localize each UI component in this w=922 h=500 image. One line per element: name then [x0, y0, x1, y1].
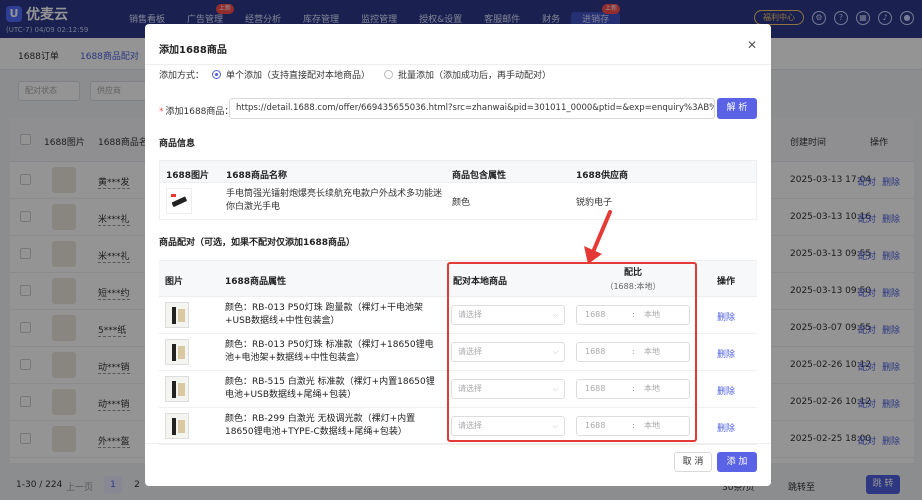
add-mode-row: 添加方式： 单个添加（支持直接配对本地商品） 批量添加（添加成功后，再手动配对） [159, 68, 551, 81]
url-input[interactable]: https://detail.1688.com/offer/6694356550… [229, 98, 715, 119]
single-add-label[interactable]: 单个添加（支持直接配对本地商品） [226, 68, 370, 81]
radio-single-add[interactable] [212, 70, 222, 79]
url-row: * 添加1688商品： https://detail.1688.com/offer… [159, 98, 757, 119]
product-attribute: 颜色 [452, 198, 471, 208]
info-table-header: 1688图片 1688商品名称 商品包含属性 1688供应商 [160, 161, 756, 183]
col-1688-image: 1688图片 [166, 171, 210, 181]
annotation-highlight-box [447, 262, 697, 442]
variant-image [165, 413, 189, 439]
variant-attribute: 颜色：RB-013 P50灯珠 跑量款（裸灯+干电池架+USB数据线+中性包装盒… [225, 303, 423, 326]
col-1688-attribute: 1688商品属性 [225, 277, 287, 287]
product-match-heading: 商品配对（可选，如果不配对仅添加1688商品） [159, 238, 356, 248]
parse-button[interactable]: 解 析 [717, 98, 757, 119]
col-attributes: 商品包含属性 [452, 171, 507, 181]
add-mode-label: 添加方式： [159, 71, 205, 81]
dialog-title: 添加1688商品 [159, 45, 227, 56]
delete-link[interactable]: 删除 [717, 310, 735, 323]
product-info-table: 1688图片 1688商品名称 商品包含属性 1688供应商 手电筒强光镭射炮爆… [159, 160, 757, 220]
delete-link[interactable]: 删除 [717, 347, 735, 360]
annotation-arrow-icon [584, 210, 612, 264]
delete-link[interactable]: 删除 [717, 384, 735, 397]
col-image: 图片 [165, 277, 184, 287]
product-info-heading: 商品信息 [159, 139, 196, 149]
variant-image [165, 302, 189, 328]
variant-attribute: 颜色：RB-013 P50灯珠 标准款（裸灯+18650锂电池+电池架+数据线+… [225, 340, 434, 363]
product-supplier: 锐豹电子 [576, 198, 613, 208]
batch-add-label[interactable]: 批量添加（添加成功后，再手动配对） [398, 68, 551, 81]
add-button[interactable]: 添 加 [717, 452, 757, 472]
delete-link[interactable]: 删除 [717, 421, 735, 434]
product-name: 手电筒强光镭射炮爆亮长续航充电款户外战术多功能迷你白激光手电 [226, 189, 443, 212]
required-mark: * [159, 107, 164, 117]
col-1688-name: 1688商品名称 [226, 171, 288, 181]
url-label: * 添加1688商品： [159, 107, 234, 117]
divider [145, 443, 771, 444]
info-table-row: 手电筒强光镭射炮爆亮长续航充电款户外战术多功能迷你白激光手电 颜色 锐豹电子 [160, 183, 756, 220]
divider [145, 64, 771, 65]
variant-attribute: 颜色：RB-299 白激光 无极调光款（裸灯+内置18650锂电池+TYPE-C… [225, 414, 416, 437]
col-operation: 操作 [717, 277, 736, 287]
variant-image [165, 339, 189, 365]
close-icon[interactable]: ✕ [747, 38, 757, 52]
flashlight-icon [171, 194, 187, 207]
radio-batch-add[interactable] [384, 70, 394, 79]
cancel-button[interactable]: 取 消 [674, 452, 712, 472]
product-image [166, 188, 192, 214]
variant-attribute: 颜色：RB-515 白激光 标准款（裸灯+内置18650锂电池+USB数据线+尾… [225, 377, 435, 400]
variant-image [165, 376, 189, 402]
col-supplier: 1688供应商 [576, 171, 629, 181]
